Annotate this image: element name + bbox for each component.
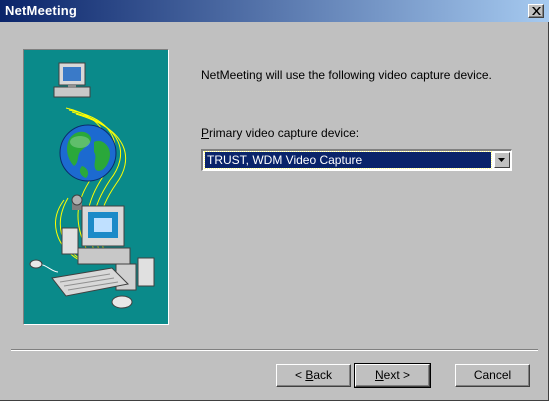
network-illustration-icon xyxy=(29,62,155,309)
next-button[interactable]: Next > xyxy=(354,363,431,388)
window-title: NetMeeting xyxy=(5,3,78,18)
netmeeting-wizard-window: NetMeeting NetMeeting will use the follo… xyxy=(0,0,549,401)
title-bar[interactable]: NetMeeting xyxy=(0,0,549,22)
back-button[interactable]: < Back xyxy=(276,364,351,387)
dropdown-selected-value: TRUST, WDM Video Capture xyxy=(204,151,492,169)
video-device-dropdown[interactable]: TRUST, WDM Video Capture xyxy=(201,149,512,171)
globe-icon xyxy=(59,124,117,182)
cancel-button[interactable]: Cancel xyxy=(455,364,530,387)
label-accelerator: P xyxy=(201,126,210,140)
chevron-down-icon xyxy=(498,158,505,162)
small-monitor-icon xyxy=(53,62,91,98)
next-accelerator: N xyxy=(374,368,384,382)
back-prefix: < xyxy=(294,368,306,382)
separator-line xyxy=(11,349,538,351)
back-label: ack xyxy=(313,368,333,382)
label-text: rimary video capture device: xyxy=(209,126,360,140)
next-label: ext > xyxy=(383,368,411,382)
intro-text: NetMeeting will use the following video … xyxy=(201,68,492,82)
desktop-computer-icon xyxy=(29,194,155,309)
close-icon xyxy=(532,7,541,15)
primary-device-label: Primary video capture device: xyxy=(201,126,359,140)
dropdown-arrow-button[interactable] xyxy=(494,152,510,168)
network-computers-globe-illustration xyxy=(23,49,169,325)
close-button[interactable] xyxy=(528,4,544,18)
